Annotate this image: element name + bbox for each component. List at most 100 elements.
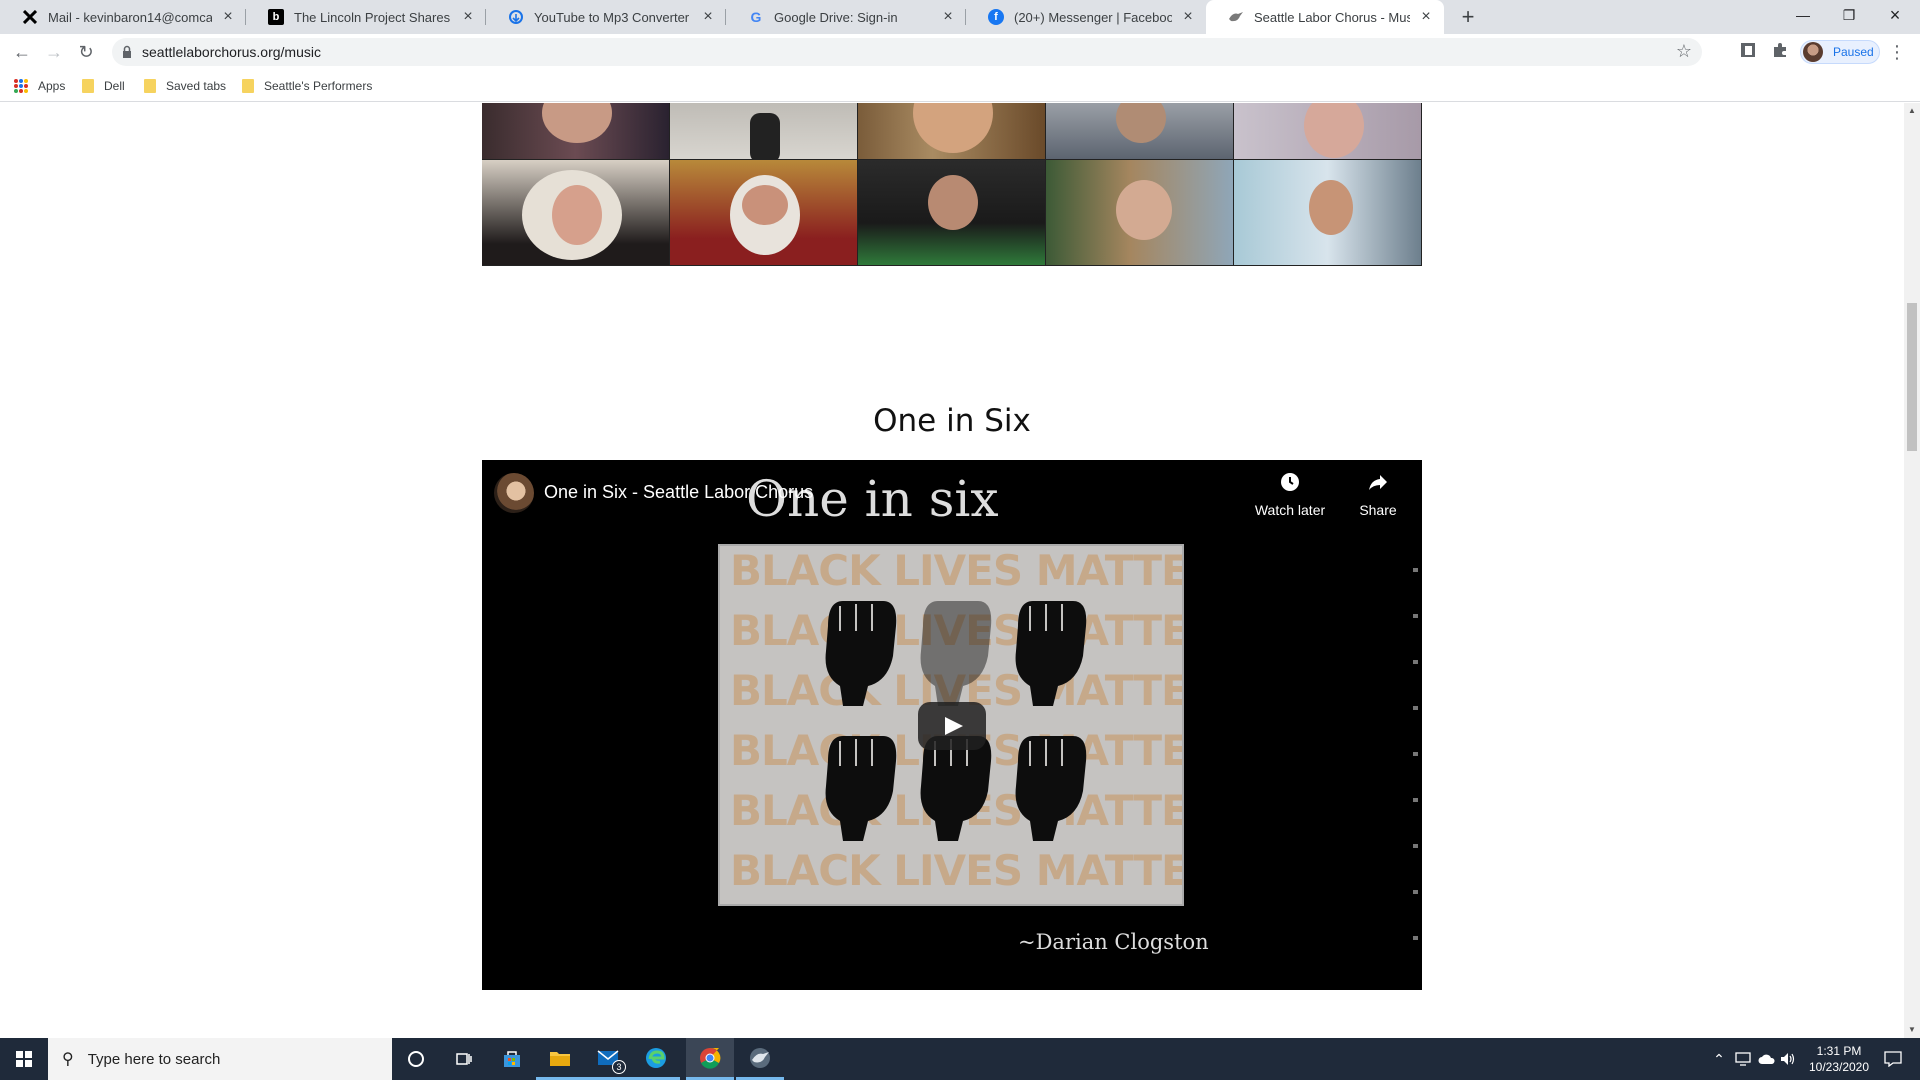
- poster-text: BLACK LIVES MATTER: [730, 846, 1184, 895]
- raised-fist-icon: [1015, 736, 1087, 841]
- pinned-app-button[interactable]: [736, 1038, 784, 1080]
- mail-button[interactable]: 3: [584, 1038, 632, 1080]
- collage-tile: [1046, 160, 1234, 266]
- address-bar[interactable]: seattlelaborchorus.org/music ☆: [112, 38, 1702, 66]
- share-label: Share: [1359, 502, 1397, 518]
- file-explorer-button[interactable]: [536, 1038, 584, 1080]
- store-bag-icon: [504, 1051, 520, 1067]
- new-tab-button[interactable]: +: [1454, 4, 1482, 32]
- search-icon: ⚲: [62, 1051, 74, 1068]
- bookmark-saved-tabs[interactable]: Saved tabs: [144, 77, 226, 95]
- avatar: [1803, 42, 1823, 62]
- tab-strip: Mail - kevinbaron14@comcast.net × b The …: [0, 0, 1920, 34]
- tab-title: Mail - kevinbaron14@comcast.net: [48, 9, 212, 25]
- extensions-puzzle-icon[interactable]: [1770, 42, 1790, 62]
- onedrive-cloud-icon[interactable]: [1756, 1038, 1778, 1080]
- watch-later-label: Watch later: [1254, 502, 1326, 518]
- folder-icon: [242, 79, 254, 93]
- raised-fist-icon: [825, 736, 897, 841]
- tab-youtube-mp3[interactable]: YouTube to Mp3 Converter ×: [486, 0, 726, 34]
- cortana-circle-icon: [408, 1051, 424, 1067]
- task-view-icon: [456, 1053, 472, 1065]
- restore-button[interactable]: ❐: [1826, 0, 1872, 30]
- folder-icon: [82, 79, 94, 93]
- close-icon[interactable]: ×: [220, 9, 236, 25]
- network-icon[interactable]: [1732, 1038, 1754, 1080]
- bookmark-label: Saved tabs: [166, 79, 227, 93]
- profile-button[interactable]: Paused: [1800, 40, 1880, 64]
- reload-button[interactable]: ↻: [72, 38, 100, 66]
- tab-mail[interactable]: Mail - kevinbaron14@comcast.net ×: [0, 0, 246, 34]
- clock-icon: [1250, 472, 1330, 498]
- task-view-button[interactable]: [440, 1038, 488, 1080]
- share-button[interactable]: Share: [1338, 472, 1418, 518]
- more-menu-icon[interactable]: ⋮: [1888, 42, 1906, 62]
- scrollbar-thumb[interactable]: [1907, 303, 1917, 451]
- video-signature: ~Darian Clogston: [1018, 930, 1209, 954]
- singers-collage-image: [482, 103, 1422, 266]
- converter-icon: [508, 9, 524, 25]
- bird-icon: [1228, 9, 1244, 25]
- tab-seattle-labor-chorus[interactable]: Seattle Labor Chorus - Music ×: [1206, 0, 1444, 34]
- edge-browser-icon: [646, 1047, 666, 1068]
- share-icon: [1338, 472, 1418, 498]
- bookmark-star-icon[interactable]: ☆: [1676, 41, 1692, 62]
- microsoft-store-button[interactable]: [488, 1038, 536, 1080]
- bookmark-seattles-performers[interactable]: Seattle's Performers: [242, 77, 372, 95]
- cortana-button[interactable]: [392, 1038, 440, 1080]
- tab-messenger[interactable]: f (20+) Messenger | Facebook ×: [966, 0, 1206, 34]
- chrome-icon: [700, 1047, 721, 1069]
- scroll-down-arrow-icon[interactable]: ▼: [1904, 1022, 1920, 1038]
- video-title[interactable]: One in Six - Seattle Labor Chorus: [544, 482, 813, 503]
- start-button[interactable]: [0, 1038, 48, 1080]
- section-title: One in Six: [873, 403, 1031, 439]
- bird-app-icon: [750, 1047, 770, 1068]
- show-hidden-icons[interactable]: ⌃: [1708, 1038, 1730, 1080]
- xfinity-icon: [22, 9, 38, 25]
- folder-icon: [550, 1051, 570, 1066]
- close-icon[interactable]: ×: [1180, 9, 1196, 25]
- forward-button[interactable]: →: [40, 38, 68, 66]
- tab-title: The Lincoln Project Shares Power: [294, 9, 452, 25]
- folder-icon: [144, 79, 156, 93]
- tab-google-drive[interactable]: G Google Drive: Sign-in ×: [726, 0, 966, 34]
- close-window-button[interactable]: ×: [1872, 0, 1918, 30]
- scroll-up-arrow-icon[interactable]: ▲: [1904, 103, 1920, 119]
- close-icon[interactable]: ×: [700, 9, 716, 25]
- bookmark-label: Dell: [104, 79, 125, 93]
- taskbar-search-input[interactable]: ⚲ Type here to search: [48, 1038, 392, 1080]
- video-edge-strip: [1413, 550, 1418, 950]
- close-icon[interactable]: ×: [460, 9, 476, 25]
- collage-tile: [670, 160, 858, 266]
- play-button[interactable]: [918, 702, 986, 750]
- minimize-button[interactable]: —: [1780, 0, 1826, 30]
- close-icon[interactable]: ×: [940, 9, 956, 25]
- profile-status: Paused: [1833, 45, 1874, 59]
- back-button[interactable]: ←: [8, 38, 36, 66]
- collage-tile: [670, 103, 858, 160]
- notifications-icon[interactable]: [1870, 1038, 1916, 1080]
- raised-fist-icon: [825, 601, 897, 706]
- channel-avatar[interactable]: [494, 473, 534, 513]
- collage-tile: [482, 103, 670, 160]
- youtube-video-player[interactable]: One in six BLACK LIVES MATTER BLACK LIVE…: [482, 460, 1422, 990]
- search-placeholder: Type here to search: [87, 1050, 221, 1068]
- edge-button[interactable]: [632, 1038, 680, 1080]
- watch-later-button[interactable]: Watch later: [1250, 472, 1330, 518]
- collage-tile: [1046, 103, 1234, 160]
- tab-title: (20+) Messenger | Facebook: [1014, 9, 1172, 25]
- url-text: seattlelaborchorus.org/music: [142, 44, 321, 60]
- extension-icon[interactable]: [1738, 42, 1758, 62]
- chrome-button[interactable]: [686, 1038, 734, 1080]
- tab-lincoln-project[interactable]: b The Lincoln Project Shares Power ×: [246, 0, 486, 34]
- close-icon[interactable]: ×: [1418, 9, 1434, 25]
- bookmark-dell[interactable]: Dell: [82, 77, 125, 95]
- page-viewport: One in Six One in six BLACK LIVES MATTER…: [0, 103, 1904, 1038]
- bookmark-apps[interactable]: Apps: [14, 77, 65, 95]
- collage-tile: [1234, 103, 1422, 160]
- lock-icon[interactable]: [120, 45, 134, 59]
- mail-badge: 3: [612, 1060, 626, 1074]
- bookmarks-bar: Apps Dell Saved tabs Seattle's Performer…: [0, 70, 1920, 102]
- apps-grid-icon: [14, 79, 28, 93]
- vertical-scrollbar[interactable]: ▲ ▼: [1904, 103, 1920, 1038]
